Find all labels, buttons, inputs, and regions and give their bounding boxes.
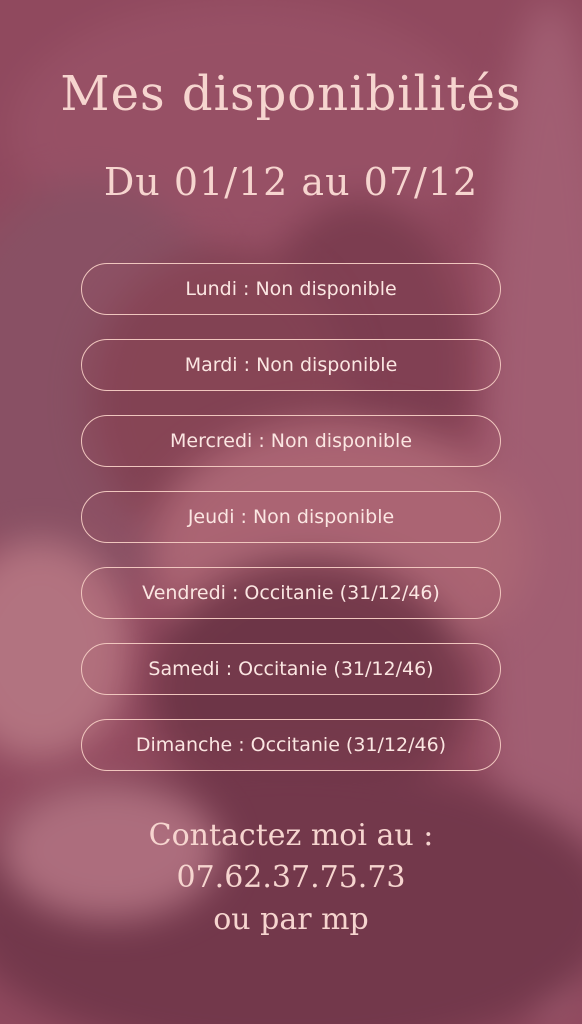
day-wednesday: Mercredi : Non disponible (81, 415, 501, 467)
day-tuesday: Mardi : Non disponible (81, 339, 501, 391)
page-title: Mes disponibilités (60, 66, 522, 122)
day-saturday: Samedi : Occitanie (31/12/46) (81, 643, 501, 695)
contact-alt: ou par mp (213, 902, 369, 937)
contact-intro: Contactez moi au : (148, 818, 434, 853)
day-thursday: Jeudi : Non disponible (81, 491, 501, 543)
date-range-subtitle: Du 01/12 au 07/12 (103, 160, 479, 204)
contact-phone: 07.62.37.75.73 (176, 860, 406, 895)
days-list: Lundi : Non disponible Mardi : Non dispo… (81, 263, 501, 795)
availability-story: Mes disponibilités Du 01/12 au 07/12 Lun… (0, 0, 582, 1024)
day-friday: Vendredi : Occitanie (31/12/46) (81, 567, 501, 619)
day-monday: Lundi : Non disponible (81, 263, 501, 315)
contact-block: Contactez moi au : 07.62.37.75.73 ou par… (0, 815, 582, 941)
day-sunday: Dimanche : Occitanie (31/12/46) (81, 719, 501, 771)
